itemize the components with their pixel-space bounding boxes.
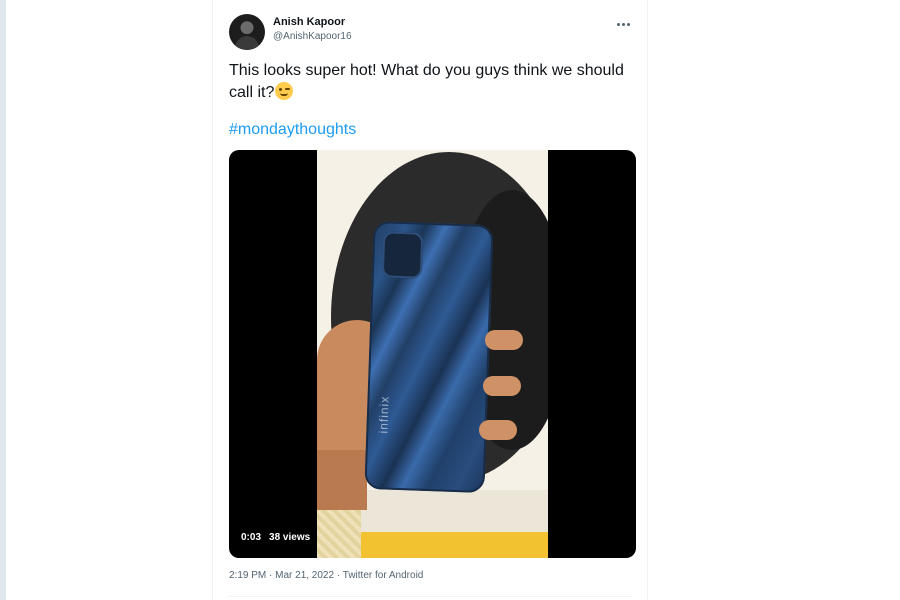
avatar-silhouette xyxy=(235,36,259,50)
phone-back-image: infinix xyxy=(364,220,494,494)
page-left-rail xyxy=(0,0,6,600)
wrist-image xyxy=(317,450,367,510)
video-views: 38 views xyxy=(269,532,311,543)
finger xyxy=(485,330,523,350)
tweet-card: Anish Kapoor @AnishKapoor16 This looks s… xyxy=(212,0,648,600)
divider xyxy=(229,596,633,597)
video-frame[interactable]: infinix xyxy=(317,150,548,558)
camera-module xyxy=(381,231,424,279)
tweet-timestamp[interactable]: 2:19 PM · Mar 21, 2022 · Twitter for And… xyxy=(229,570,423,581)
finger xyxy=(483,376,521,396)
winking-face-icon xyxy=(275,82,294,100)
video-meta: 0:03 38 views xyxy=(241,532,310,543)
phone-brand-text: infinix xyxy=(376,395,392,434)
finger xyxy=(479,420,517,440)
author-name[interactable]: Anish Kapoor xyxy=(273,16,345,28)
author-handle[interactable]: @AnishKapoor16 xyxy=(273,31,352,42)
more-horizontal-icon[interactable] xyxy=(615,18,631,30)
video-duration: 0:03 xyxy=(241,532,262,543)
avatar[interactable] xyxy=(229,14,265,50)
tweet-header: Anish Kapoor @AnishKapoor16 xyxy=(229,14,633,54)
video-player[interactable]: infinix 0:03 38 views xyxy=(229,150,636,558)
hashtag-link[interactable]: #mondaythoughts xyxy=(229,121,356,139)
tweet-text: This looks super hot! What do you guys t… xyxy=(229,60,629,104)
